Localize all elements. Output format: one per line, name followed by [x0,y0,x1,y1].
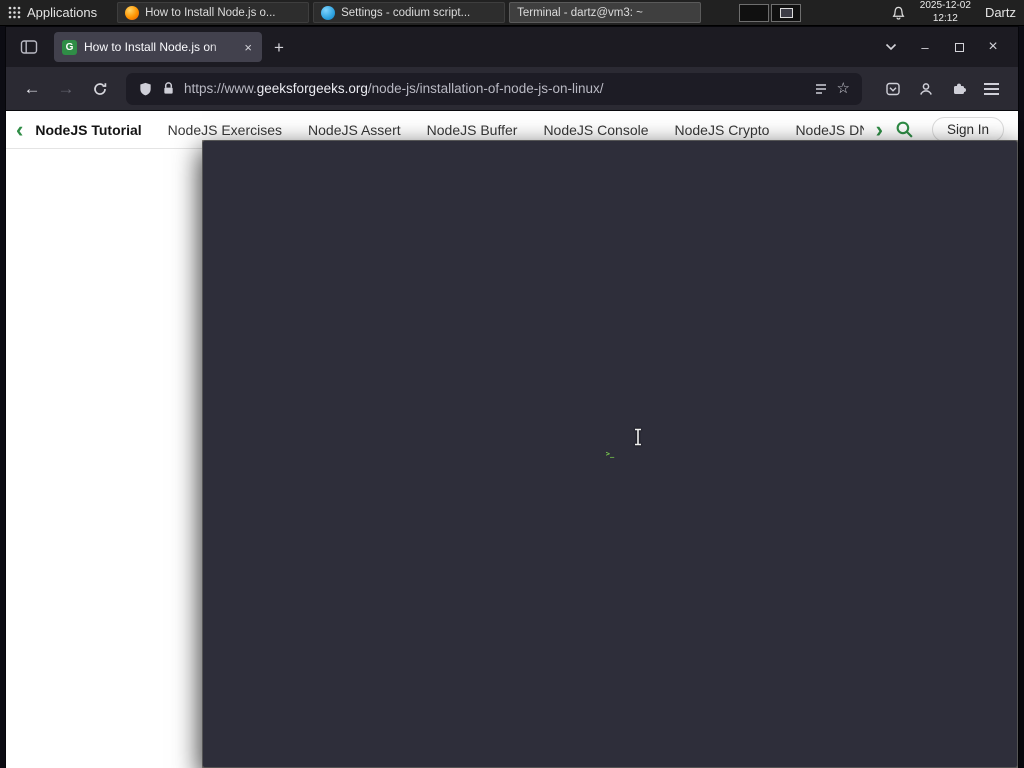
site-favicon: G [62,39,77,55]
workspace-2[interactable] [771,3,802,22]
sign-in-button[interactable]: Sign In [931,117,1004,142]
taskbar-button[interactable]: Settings - codium script... [313,2,506,23]
firefox-icon [125,5,140,20]
new-tab-button[interactable]: + [274,39,284,56]
taskbar-button-label: Terminal - dartz@vm3: ~ [517,6,643,19]
nav-scroll-left-icon[interactable]: ‹ [16,118,23,141]
nav-scroll-right-icon[interactable]: › [876,118,883,141]
url-prefix: https://www. [184,81,257,96]
taskbar-button[interactable]: >_ Terminal - dartz@vm3: ~ [202,2,1018,768]
site-nav-item[interactable]: NodeJS DNS [795,122,863,138]
url-text: https://www.geeksforgeeks.org/node-js/in… [184,81,805,96]
extensions-icon[interactable] [942,74,975,104]
applications-grid-icon [8,6,21,19]
lock-icon[interactable] [162,81,175,96]
url-bar[interactable]: https://www.geeksforgeeks.org/node-js/in… [126,72,862,105]
notification-bell-icon[interactable] [891,5,906,20]
tabbar-right: – × [874,33,1010,61]
window-close-button[interactable]: × [976,33,1010,61]
account-icon[interactable] [909,74,942,104]
toolbar-right-icons [876,74,1008,104]
back-button[interactable]: ← [16,74,48,104]
site-nav-item[interactable]: NodeJS Assert [308,122,401,138]
panel-clock-time: 12:12 [932,12,958,24]
url-domain: geeksforgeeks.org [256,81,368,96]
site-nav-item[interactable]: NodeJS Tutorial [35,122,141,138]
menu-hamburger-icon[interactable] [975,74,1008,104]
window-minimize-button[interactable]: – [908,33,942,61]
site-nav-item[interactable]: NodeJS Buffer [427,122,518,138]
taskbar-button-label: How to Install Node.js o... [145,6,276,19]
browser-tab[interactable]: G How to Install Node.js on × [54,32,262,62]
window-task-list: How to Install Node.js o... Settings - co… [117,2,1018,768]
navigation-toolbar: ← → https://www.geeksforgeeks.org/node-j… [6,67,1018,111]
site-nav-item[interactable]: NodeJS Console [543,122,648,138]
maximize-icon [954,42,964,52]
panel-status-area: 2025-12-02 12:12 Dartz [891,0,1024,25]
workspace-1[interactable] [739,3,770,22]
tab-bar: G How to Install Node.js on × + – × [6,27,1018,67]
window-maximize-button[interactable] [942,33,976,61]
desktop: Applications How to Install Node.js o...… [0,0,1024,768]
firefox-view-icon[interactable] [14,33,44,61]
forward-button[interactable]: → [50,74,82,104]
list-all-tabs-button[interactable] [874,33,908,61]
reader-view-icon[interactable] [814,82,828,96]
search-icon[interactable] [895,120,914,139]
workspace-switcher [739,3,802,22]
site-nav-items: NodeJS Tutorial NodeJS Exercises NodeJS As… [35,122,863,138]
panel-clock-date: 2025-12-02 [919,0,971,11]
taskbar-button[interactable]: How to Install Node.js o... [117,2,310,23]
bookmark-star-icon[interactable]: ☆ [837,81,850,96]
panel-clock: 2025-12-02 12:12 [920,0,971,25]
tracking-shield-icon[interactable] [138,81,153,97]
reload-button[interactable] [84,74,116,104]
tab-close-button[interactable]: × [242,40,254,55]
tab-title: How to Install Node.js on [84,40,217,54]
site-nav-item[interactable]: NodeJS Exercises [168,122,282,138]
top-panel: Applications How to Install Node.js o...… [0,0,1024,768]
panel-username: Dartz [984,5,1016,20]
codium-icon [321,5,336,20]
taskbar-button-label: Settings - codium script... [341,6,471,19]
url-path: /node-js/installation-of-node-js-on-linu… [367,81,604,96]
applications-menu-button[interactable]: Applications [0,0,107,25]
applications-label: Applications [27,5,98,20]
pocket-icon[interactable] [876,74,909,104]
site-nav-item[interactable]: NodeJS Crypto [675,122,770,138]
mouse-cursor [632,428,644,451]
workspace-window-glyph [779,7,793,18]
